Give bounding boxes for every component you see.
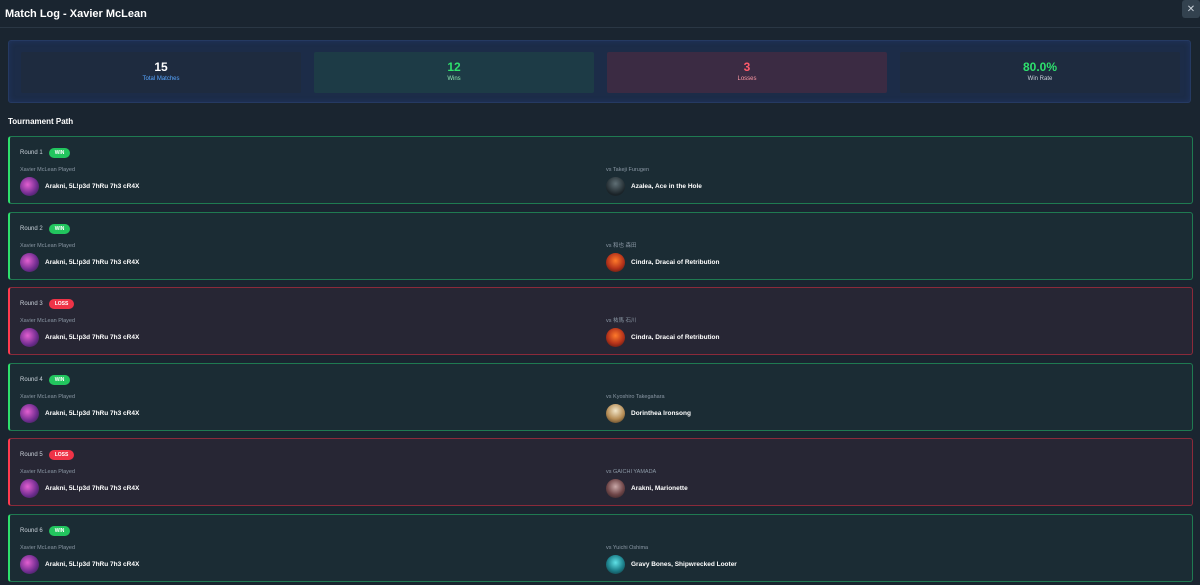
hero-avatar <box>20 554 39 574</box>
round-label: Round 4 <box>20 376 43 383</box>
stat-losses: 3 Losses <box>607 52 887 93</box>
player-hero-name: Arakni, 5L!p3d 7hRu 7h3 cR4X <box>45 183 140 190</box>
player-label: Xavier McLean Played <box>20 167 76 173</box>
opponent-hero-name: Cindra, Dracai of Retribution <box>631 334 720 341</box>
player-side: Xavier McLean Played Arakni, 5L!p3d 7hRu… <box>20 545 139 574</box>
result-badge: WIN <box>48 525 71 536</box>
hero-avatar <box>20 328 39 347</box>
close-icon: ✕ <box>1186 3 1196 15</box>
round-label: Round 1 <box>20 150 43 156</box>
opponent-hero-name: Gravy Bones, Shipwrecked Looter <box>631 560 737 568</box>
hero-avatar <box>20 252 39 272</box>
hero-avatar <box>606 554 625 574</box>
result-badge: WIN <box>48 223 71 234</box>
modal-header: Match Log - Xavier McLean <box>0 0 1200 28</box>
opponent-label: vs 和也 森田 <box>606 242 637 249</box>
round-card: Round 5 LOSS Xavier McLean Played Arakni… <box>8 438 1193 506</box>
stat-value: 3 <box>743 60 751 74</box>
stat-label: Losses <box>737 76 757 82</box>
opponent-side: vs Kyoshiro Takegahara Dorinthea Ironson… <box>606 394 691 423</box>
hero-avatar <box>606 479 625 498</box>
player-label: Xavier McLean Played <box>20 544 76 551</box>
opponent-label: vs Yuichi Oshima <box>606 544 649 551</box>
opponent-label: vs GAICHI YAMADA <box>606 469 657 475</box>
opponent-side: vs GAICHI YAMADA Arakni, Marionette <box>606 469 688 498</box>
stat-value: 80.0% <box>1022 60 1058 74</box>
player-hero-name: Arakni, 5L!p3d 7hRu 7h3 cR4X <box>45 485 140 492</box>
round-label: Round 5 <box>20 452 43 458</box>
section-title: Tournament Path <box>8 117 74 126</box>
round-card: Round 2 WIN Xavier McLean Played Arakni,… <box>8 211 1193 280</box>
player-hero-name: Arakni, 5L!p3d 7hRu 7h3 cR4X <box>45 560 140 568</box>
hero-avatar <box>606 177 625 196</box>
player-side: Xavier McLean Played Arakni, 5L!p3d 7hRu… <box>20 394 139 423</box>
stat-label: Total Matches <box>142 76 180 82</box>
opponent-hero-name: Cindra, Dracai of Retribution <box>631 258 720 266</box>
player-side: Xavier McLean Played Arakni, 5L!p3d 7hRu… <box>20 318 139 347</box>
opponent-hero-name: Arakni, Marionette <box>631 485 688 492</box>
hero-avatar <box>20 403 39 423</box>
hero-avatar <box>20 177 39 196</box>
round-card: Round 1 WIN Xavier McLean Played Arakni,… <box>8 136 1193 204</box>
player-hero-name: Arakni, 5L!p3d 7hRu 7h3 cR4X <box>45 409 140 417</box>
hero-avatar <box>606 403 625 423</box>
player-side: Xavier McLean Played Arakni, 5L!p3d 7hRu… <box>20 469 139 498</box>
modal-title: Match Log - Xavier McLean <box>5 7 147 20</box>
player-side: Xavier McLean Played Arakni, 5L!p3d 7hRu… <box>20 167 139 196</box>
opponent-side: vs Yuichi Oshima Gravy Bones, Shipwrecke… <box>606 545 737 574</box>
stat-wins: 12 Wins <box>314 52 594 93</box>
player-hero-name: Arakni, 5L!p3d 7hRu 7h3 cR4X <box>45 334 140 341</box>
opponent-side: vs Takeji Furugen Azalea, Ace in the Hol… <box>606 167 702 196</box>
player-hero-name: Arakni, 5L!p3d 7hRu 7h3 cR4X <box>45 258 140 266</box>
hero-avatar <box>606 252 625 272</box>
hero-avatar <box>20 479 39 498</box>
stat-label: Wins <box>447 76 461 82</box>
result-badge: WIN <box>48 374 71 385</box>
result-badge: LOSS <box>48 450 75 460</box>
stat-value: 15 <box>154 60 168 74</box>
result-badge: LOSS <box>48 299 75 309</box>
round-label: Round 3 <box>20 301 43 307</box>
player-label: Xavier McLean Played <box>20 242 76 249</box>
stat-value: 12 <box>447 60 461 74</box>
stat-win-rate: 80.0% Win Rate <box>900 52 1180 93</box>
opponent-side: vs 祐馬 石川 Cindra, Dracai of Retribution <box>606 318 719 347</box>
stats-panel: 15 Total Matches 12 Wins 3 Losses 80.0% … <box>8 40 1191 103</box>
opponent-hero-name: Dorinthea Ironsong <box>631 409 691 417</box>
round-label: Round 6 <box>20 527 43 534</box>
round-card: Round 6 WIN Xavier McLean Played Arakni,… <box>8 513 1193 582</box>
close-button[interactable]: ✕ <box>1182 0 1200 18</box>
hero-avatar <box>606 328 625 347</box>
player-side: Xavier McLean Played Arakni, 5L!p3d 7hRu… <box>20 243 139 272</box>
stat-label: Win Rate <box>1027 76 1053 82</box>
opponent-side: vs 和也 森田 Cindra, Dracai of Retribution <box>606 243 719 272</box>
round-label: Round 2 <box>20 225 43 232</box>
round-card: Round 4 WIN Xavier McLean Played Arakni,… <box>8 362 1193 431</box>
opponent-hero-name: Azalea, Ace in the Hole <box>631 183 702 190</box>
round-card: Round 3 LOSS Xavier McLean Played Arakni… <box>8 287 1193 355</box>
opponent-label: vs 祐馬 石川 <box>606 318 637 324</box>
opponent-label: vs Kyoshiro Takegahara <box>606 393 665 400</box>
round-list: Round 1 WIN Xavier McLean Played Arakni,… <box>8 136 1193 585</box>
player-label: Xavier McLean Played <box>20 318 76 324</box>
result-badge: WIN <box>48 148 71 158</box>
player-label: Xavier McLean Played <box>20 393 76 400</box>
opponent-label: vs Takeji Furugen <box>606 167 650 173</box>
stat-total-matches: 15 Total Matches <box>21 52 301 93</box>
player-label: Xavier McLean Played <box>20 469 76 475</box>
